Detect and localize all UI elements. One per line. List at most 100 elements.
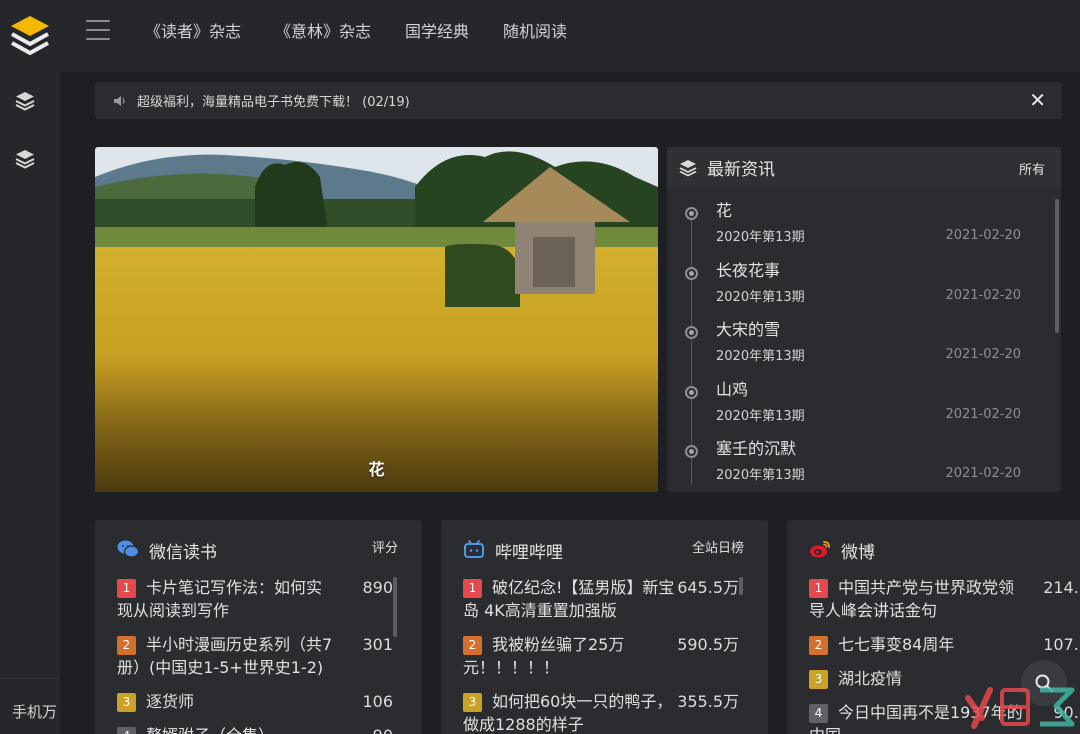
hero-image (95, 147, 658, 492)
rank-row[interactable]: 2 七七事变84周年 107.3万 (809, 633, 1080, 656)
rank-value: 645.5万 (677, 578, 739, 597)
rank-row[interactable]: 4今日中国再不是1937年的中国 90.6万 (809, 701, 1080, 734)
rank-badge: 2 (809, 636, 828, 655)
card-title: 哔哩哔哩 (495, 543, 563, 563)
rank-title[interactable]: 今日中国再不是1937年的中国 (809, 703, 1023, 734)
rank-value: 890 (362, 578, 393, 597)
news-item-title[interactable]: 长夜花事 (716, 261, 1047, 280)
rank-row[interactable]: 4 赘婿驸子（全集） 90 (117, 724, 397, 734)
bilibili-tv-icon (464, 540, 484, 558)
speaker-icon (114, 95, 125, 106)
site-logo[interactable] (0, 0, 60, 72)
close-icon[interactable]: ✕ (1029, 90, 1046, 110)
news-item[interactable]: 花 2020年第13期 2021-02-20 (667, 188, 1047, 248)
rank-badge: 3 (809, 670, 828, 689)
rank-row[interactable]: 3 如何把60块一只的鸭子，做成1288的样子 355.5万 (463, 690, 743, 734)
card-title: 微信读书 (149, 543, 217, 563)
rank-row[interactable]: 1 破亿纪念!【猛男版】新宝岛 4K高清重置加强版 645.5万 (463, 576, 743, 622)
news-item-date: 2021-02-20 (945, 287, 1021, 303)
search-icon (1035, 674, 1054, 693)
card-header: 微信读书 评分 (95, 520, 422, 578)
news-item[interactable]: 长夜花事 2020年第13期 2021-02-20 (667, 248, 1047, 308)
layers-icon[interactable] (14, 90, 36, 112)
timeline-dot (685, 326, 698, 339)
news-all-link[interactable]: 所有 (1019, 159, 1045, 178)
news-item-date: 2021-02-20 (945, 347, 1021, 362)
layers-logo-icon (11, 16, 49, 55)
rank-title[interactable]: 卡片笔记写作法：如何实现从阅读到写作 (117, 578, 322, 620)
rank-row[interactable]: 1中国共产党与世界政党领导人峰会讲话金句 214.5万 (809, 576, 1080, 622)
news-item-title[interactable]: 塞壬的沉默 (716, 440, 1047, 458)
main-nav: 《读者》杂志 《意林》杂志 国学经典 随机阅读 (145, 0, 601, 60)
rank-row[interactable]: 3 逐货师 106 (117, 690, 397, 713)
rank-title[interactable]: 半小时漫画历史系列（共7册）(中国史1-5+世界史1-2) (117, 635, 332, 677)
card-sort-label[interactable]: 评分 (372, 537, 398, 556)
rank-row[interactable]: 1 卡片笔记写作法：如何实现从阅读到写作 890 (117, 576, 397, 622)
nav-random[interactable]: 随机阅读 (503, 18, 567, 42)
rank-value: 90.6万 (1053, 703, 1080, 722)
rank-badge: 1 (463, 579, 482, 598)
rank-title[interactable]: 逐货师 (146, 692, 194, 711)
notice-text[interactable]: 超级福利，海量精品电子书免费下载！ (02/19) (137, 91, 410, 110)
news-list: 花 2020年第13期 2021-02-20 长夜花事 2020年第13期 20… (667, 188, 1047, 486)
timeline-dot (685, 445, 698, 458)
bilibili-card: 哔哩哔哩 全站日榜 1 破亿纪念!【猛男版】新宝岛 4K高清重置加强版 645.5万… (441, 520, 768, 734)
rank-value: 590.5万 (677, 635, 739, 654)
news-header: 最新资讯 所有 (667, 147, 1061, 188)
rank-title[interactable]: 我被粉丝骗了25万元！！！！！ (463, 635, 624, 677)
rank-list: 1 破亿纪念!【猛男版】新宝岛 4K高清重置加强版 645.5万 2 我被粉丝骗了25… (463, 576, 743, 734)
search-button[interactable] (1021, 660, 1067, 706)
rank-title[interactable]: 破亿纪念!【猛男版】新宝岛 4K高清重置加强版 (463, 578, 674, 620)
layers-icon (679, 159, 697, 177)
mobile-link[interactable]: 手机万 (0, 678, 60, 734)
card-scrollbar[interactable] (739, 577, 743, 595)
rank-badge: 3 (117, 693, 136, 712)
left-rail: 手机万 (0, 72, 60, 734)
news-scrollbar[interactable] (1055, 199, 1059, 333)
rank-title[interactable]: 中国共产党与世界政党领导人峰会讲话金句 (809, 578, 1014, 620)
layers-icon[interactable] (14, 148, 36, 170)
rank-title[interactable]: 赘婿驸子（全集） (146, 726, 274, 734)
card-scrollbar[interactable] (393, 577, 397, 637)
news-item[interactable]: 山鸡 2020年第13期 2021-02-20 (667, 367, 1047, 427)
rank-badge: 1 (117, 579, 136, 598)
wechat-icon (117, 540, 139, 558)
rank-list: 1 卡片笔记写作法：如何实现从阅读到写作 890 2 半小时漫画历史系列（共7册）(中… (117, 576, 397, 734)
timeline-dot (685, 266, 698, 280)
timeline-dot (685, 207, 698, 220)
news-item-date: 2021-02-20 (945, 466, 1021, 481)
nav-guoxue[interactable]: 国学经典 (405, 18, 469, 42)
card-title: 微博 (841, 543, 875, 563)
nav-duzhe[interactable]: 《读者》杂志 (145, 18, 241, 42)
card-sort-label[interactable]: 全站日榜 (692, 537, 744, 556)
rank-badge: 3 (463, 693, 482, 712)
notice-bar: 超级福利，海量精品电子书免费下载！ (02/19) ✕ (95, 82, 1062, 119)
rank-value: 355.5万 (677, 692, 739, 711)
rank-title[interactable]: 如何把60块一只的鸭子，做成1288的样子 (463, 692, 672, 734)
menu-toggle-icon[interactable] (86, 20, 110, 40)
nav-yilin[interactable]: 《意林》杂志 (275, 18, 371, 42)
rank-title[interactable]: 七七事变84周年 (838, 635, 954, 654)
top-bar: 《读者》杂志 《意林》杂志 国学经典 随机阅读 (0, 0, 1080, 72)
hero-carousel[interactable]: 花 (95, 147, 658, 492)
card-header: 微博 热搜 (787, 520, 1080, 578)
news-item-title[interactable]: 山鸡 (716, 380, 1047, 399)
rank-badge: 4 (809, 704, 828, 723)
news-item-title[interactable]: 大宋的雪 (716, 321, 1047, 339)
weibo-icon (810, 541, 830, 558)
rank-value: 106 (362, 692, 393, 711)
hero-caption[interactable]: 花 (95, 456, 658, 480)
news-item[interactable]: 大宋的雪 2020年第13期 2021-02-20 (667, 307, 1047, 367)
news-item-title[interactable]: 花 (716, 202, 1047, 220)
news-item[interactable]: 塞壬的沉默 2020年第13期 2021-02-20 (667, 426, 1047, 486)
weixin-read-card: 微信读书 评分 1 卡片笔记写作法：如何实现从阅读到写作 890 2 半小时漫画历史系… (95, 520, 422, 734)
rank-list: 1中国共产党与世界政党领导人峰会讲话金句 214.5万 2 七七事变84周年 107.… (809, 576, 1080, 734)
rank-title[interactable]: 湖北疫情 (838, 669, 902, 688)
rank-row[interactable]: 2 半小时漫画历史系列（共7册）(中国史1-5+世界史1-2) 301 (117, 633, 397, 679)
latest-news-panel: 最新资讯 所有 花 2020年第13期 2021-02-20 长夜花事 2020… (667, 147, 1061, 492)
rank-badge: 2 (117, 636, 136, 655)
rank-badge: 2 (463, 636, 482, 655)
rank-row[interactable]: 2 我被粉丝骗了25万元！！！！！ 590.5万 (463, 633, 743, 679)
rank-value: 301 (362, 635, 393, 654)
rank-value: 107.3万 (1043, 635, 1080, 654)
